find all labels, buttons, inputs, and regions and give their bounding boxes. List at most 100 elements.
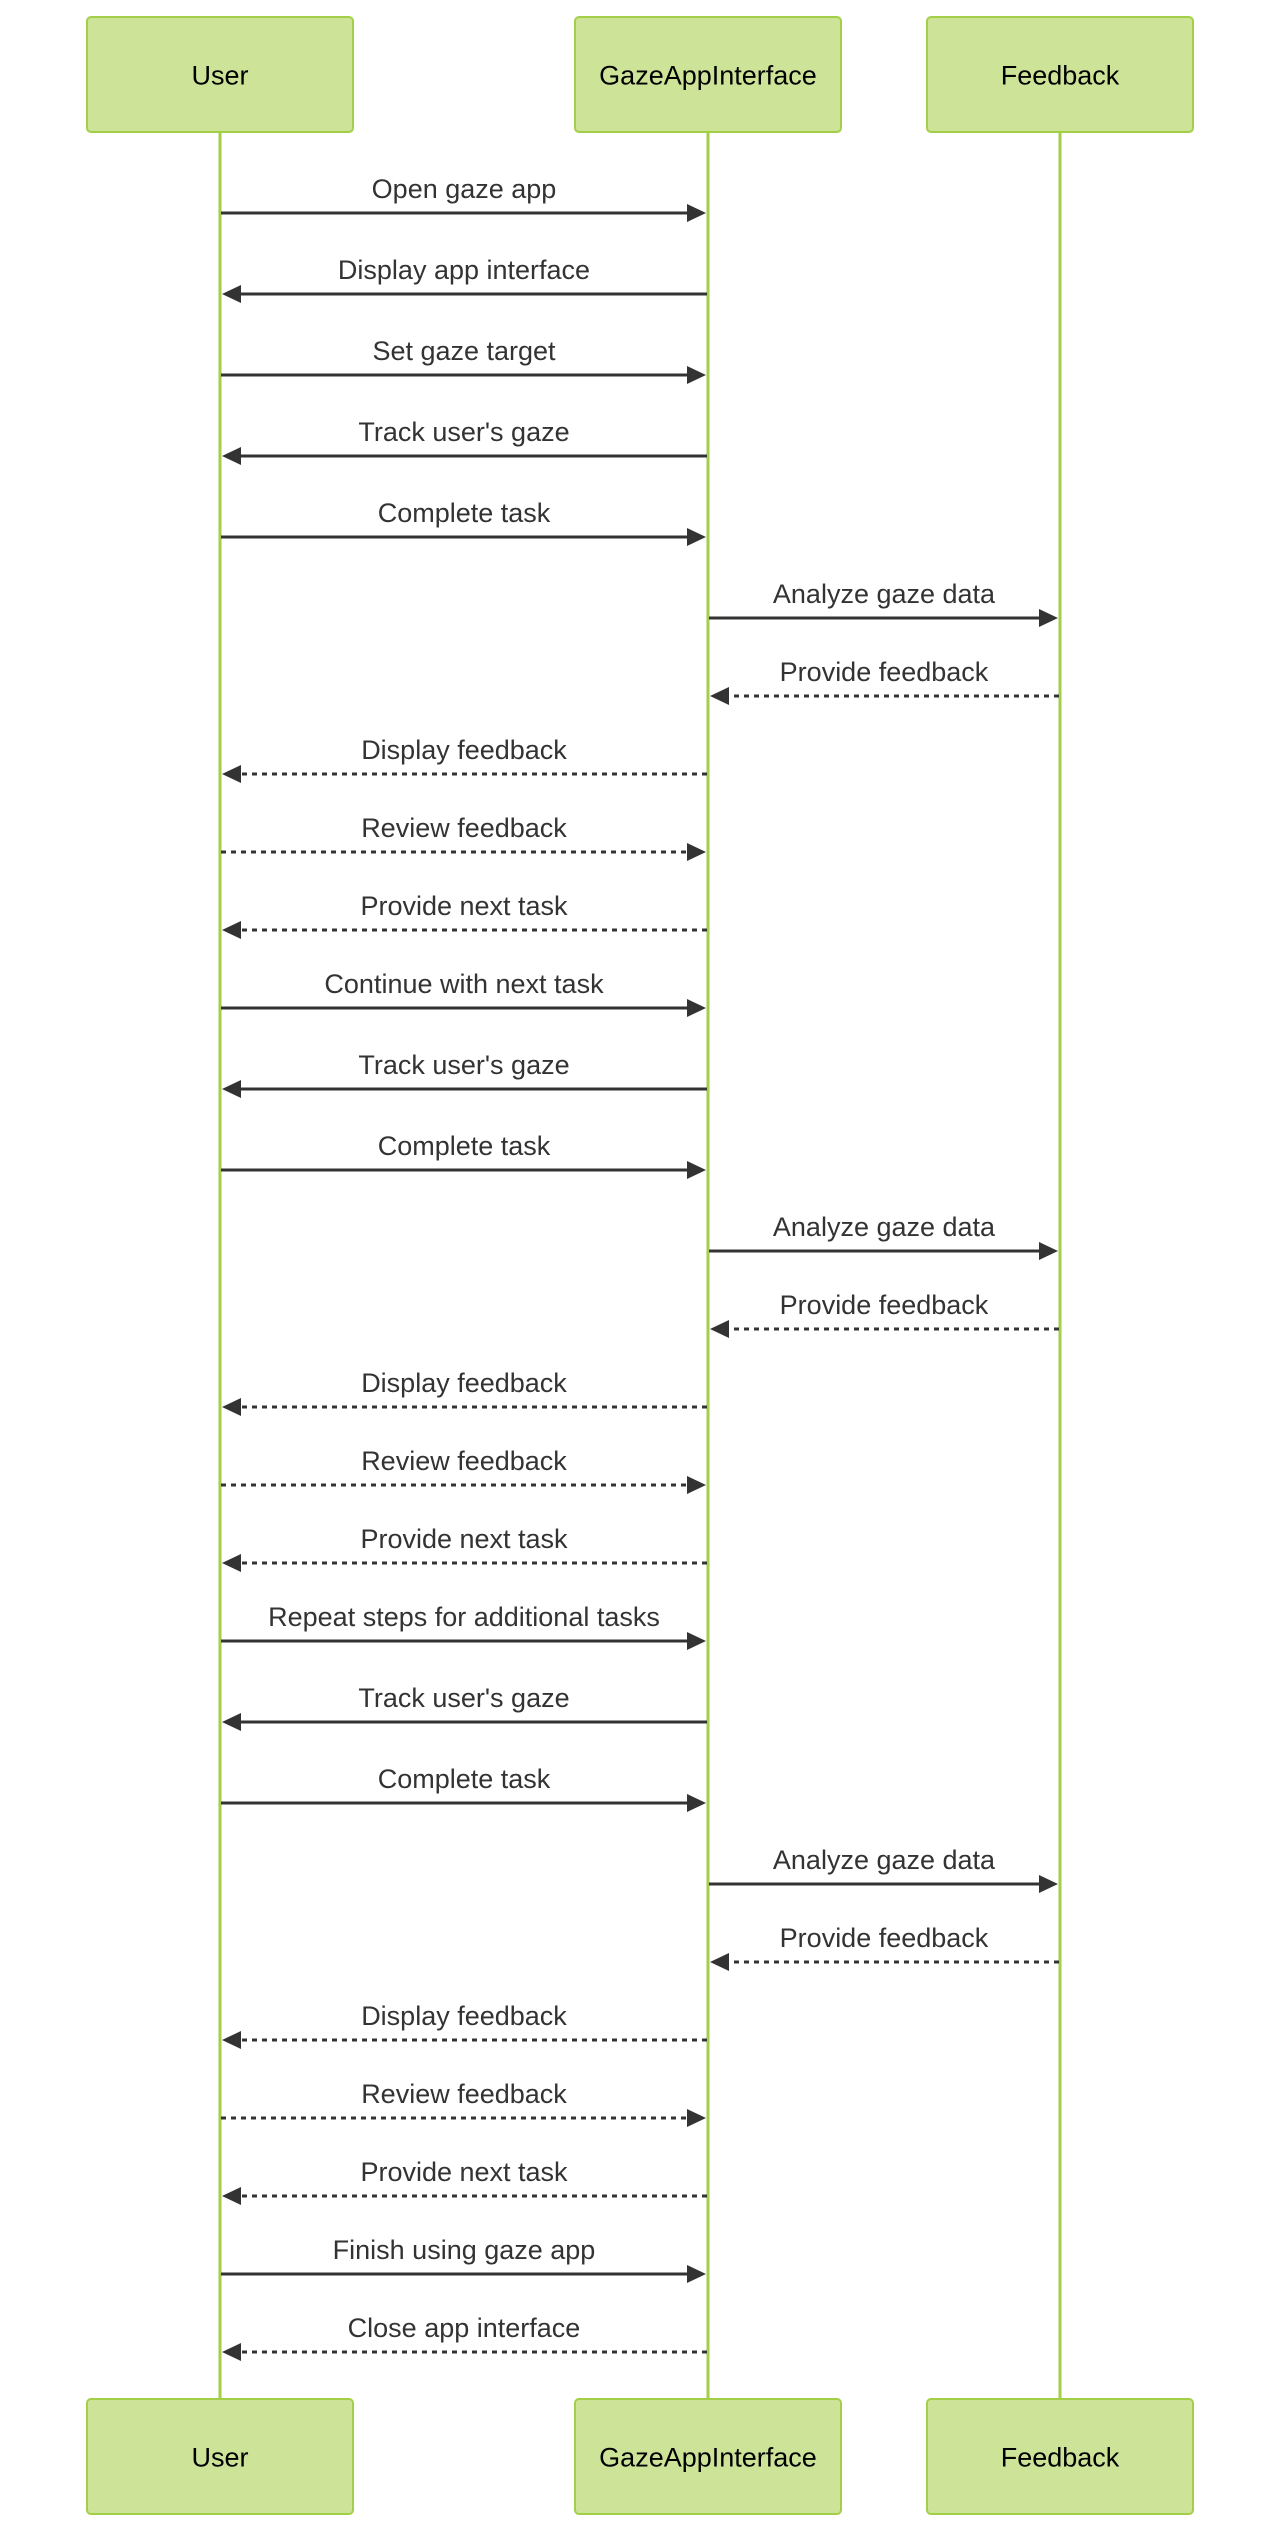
arrowhead-icon — [222, 1080, 241, 1098]
message-label: Provide feedback — [780, 1923, 989, 1953]
message-label: Review feedback — [361, 813, 567, 843]
messages: Open gaze app Display app interface Set ga… — [221, 174, 1059, 2361]
message: Provide next task — [222, 2157, 707, 2205]
message: Review feedback — [221, 813, 706, 861]
message-label: Display feedback — [361, 735, 567, 765]
arrowhead-icon — [222, 1554, 241, 1572]
message: Provide feedback — [710, 1290, 1059, 1338]
message-label: Repeat steps for additional tasks — [268, 1602, 660, 1632]
message: Track user's gaze — [222, 417, 707, 465]
actor-feedback-top[interactable]: Feedback — [926, 16, 1194, 133]
message-label: Analyze gaze data — [773, 1212, 996, 1242]
actor-user-bottom[interactable]: User — [86, 2398, 354, 2515]
arrowhead-icon — [687, 2109, 706, 2127]
message: Review feedback — [221, 1446, 706, 1494]
actor-label: User — [191, 2443, 248, 2473]
arrowhead-icon — [1039, 1242, 1058, 1260]
arrowhead-icon — [222, 765, 241, 783]
message-label: Set gaze target — [372, 336, 556, 366]
actor-label: Feedback — [1001, 2443, 1120, 2473]
message: Provide next task — [222, 1524, 707, 1572]
arrowhead-icon — [1039, 609, 1058, 627]
actors-bottom: User GazeAppInterface Feedback — [86, 2398, 1194, 2515]
message: Complete task — [221, 498, 706, 546]
arrowhead-icon — [1039, 1875, 1058, 1893]
message-label: Continue with next task — [324, 969, 604, 999]
arrowhead-icon — [687, 2265, 706, 2283]
message: Set gaze target — [221, 336, 706, 384]
arrowhead-icon — [687, 204, 706, 222]
message-label: Finish using gaze app — [333, 2235, 596, 2265]
actor-label: User — [191, 61, 248, 91]
message-label: Provide feedback — [780, 657, 989, 687]
arrowhead-icon — [222, 2187, 241, 2205]
arrowhead-icon — [222, 2031, 241, 2049]
arrowhead-icon — [687, 1794, 706, 1812]
actor-user-top[interactable]: User — [86, 16, 354, 133]
message: Review feedback — [221, 2079, 706, 2127]
message: Display feedback — [222, 2001, 707, 2049]
message: Close app interface — [222, 2313, 707, 2361]
message-label: Complete task — [378, 498, 551, 528]
lifelines — [218, 132, 1062, 2399]
actor-label: Feedback — [1001, 61, 1120, 91]
message-label: Provide feedback — [780, 1290, 989, 1320]
actors-top: User GazeAppInterface Feedback — [86, 16, 1194, 133]
actor-label: GazeAppInterface — [599, 2443, 817, 2473]
message-label: Complete task — [378, 1764, 551, 1794]
message: Continue with next task — [221, 969, 706, 1017]
message-label: Track user's gaze — [358, 417, 569, 447]
message: Analyze gaze data — [709, 1845, 1058, 1893]
message-label: Provide next task — [360, 2157, 568, 2187]
arrowhead-icon — [222, 921, 241, 939]
actor-feedback-bottom[interactable]: Feedback — [926, 2398, 1194, 2515]
message: Analyze gaze data — [709, 1212, 1058, 1260]
message-label: Provide next task — [360, 1524, 568, 1554]
message-label: Complete task — [378, 1131, 551, 1161]
arrowhead-icon — [687, 1632, 706, 1650]
message: Track user's gaze — [222, 1050, 707, 1098]
arrowhead-icon — [687, 366, 706, 384]
message: Repeat steps for additional tasks — [221, 1602, 706, 1650]
message-label: Track user's gaze — [358, 1683, 569, 1713]
message: Analyze gaze data — [709, 579, 1058, 627]
message: Display feedback — [222, 1368, 707, 1416]
arrowhead-icon — [687, 528, 706, 546]
message-label: Analyze gaze data — [773, 1845, 996, 1875]
actor-gazeappinterface-bottom[interactable]: GazeAppInterface — [574, 2398, 842, 2515]
message-label: Display feedback — [361, 2001, 567, 2031]
message: Complete task — [221, 1131, 706, 1179]
arrowhead-icon — [710, 1953, 729, 1971]
arrowhead-icon — [222, 1713, 241, 1731]
message: Open gaze app — [221, 174, 706, 222]
arrowhead-icon — [222, 2343, 241, 2361]
message: Display app interface — [222, 255, 707, 303]
message: Complete task — [221, 1764, 706, 1812]
arrowhead-icon — [710, 687, 729, 705]
arrowhead-icon — [222, 447, 241, 465]
message-label: Analyze gaze data — [773, 579, 996, 609]
actor-gazeappinterface-top[interactable]: GazeAppInterface — [574, 16, 842, 133]
message-label: Close app interface — [348, 2313, 581, 2343]
arrowhead-icon — [687, 1161, 706, 1179]
arrowhead-icon — [222, 285, 241, 303]
sequence-diagram: User GazeAppInterface Feedback Open gaze a… — [86, 16, 1194, 2515]
arrowhead-icon — [687, 1476, 706, 1494]
message: Provide next task — [222, 891, 707, 939]
message: Display feedback — [222, 735, 707, 783]
message-label: Provide next task — [360, 891, 568, 921]
message-label: Review feedback — [361, 1446, 567, 1476]
actor-label: GazeAppInterface — [599, 61, 817, 91]
message-label: Track user's gaze — [358, 1050, 569, 1080]
message-label: Review feedback — [361, 2079, 567, 2109]
message: Provide feedback — [710, 1923, 1059, 1971]
arrowhead-icon — [687, 843, 706, 861]
message: Track user's gaze — [222, 1683, 707, 1731]
message-label: Display app interface — [338, 255, 590, 285]
message-label: Open gaze app — [372, 174, 557, 204]
message: Finish using gaze app — [221, 2235, 706, 2283]
message-label: Display feedback — [361, 1368, 567, 1398]
arrowhead-icon — [687, 999, 706, 1017]
arrowhead-icon — [710, 1320, 729, 1338]
message: Provide feedback — [710, 657, 1059, 705]
